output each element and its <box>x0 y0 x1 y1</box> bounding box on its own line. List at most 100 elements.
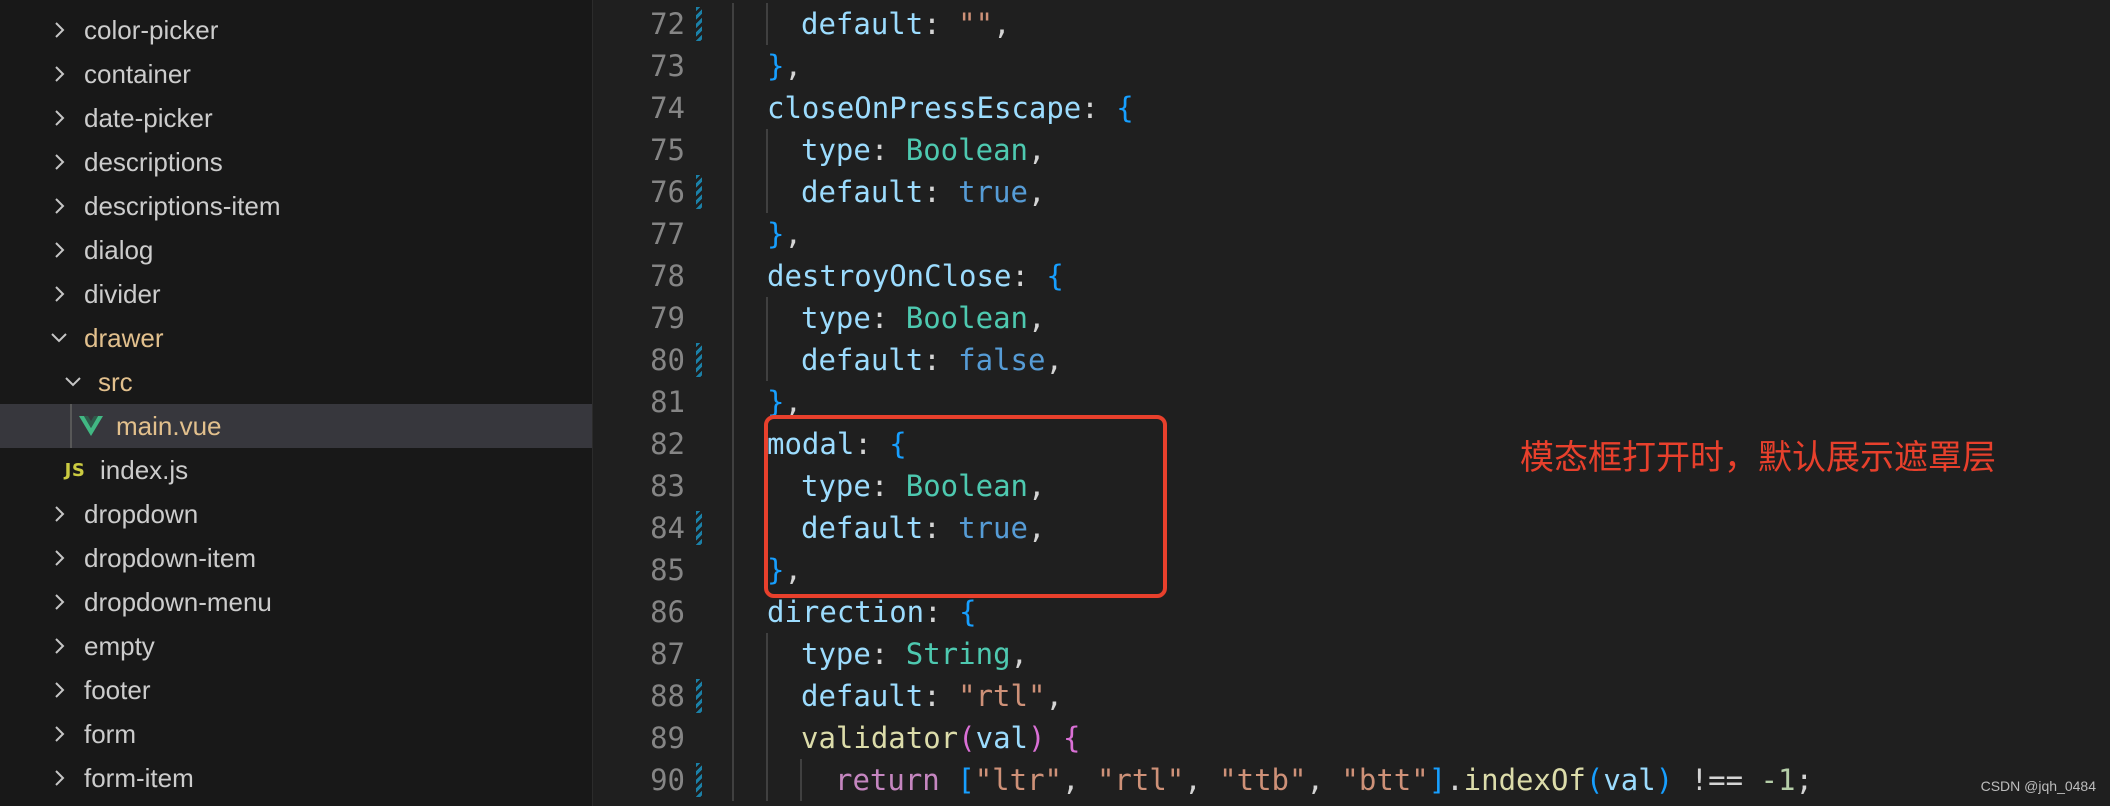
code-editor[interactable]: 72 default: "", 73}, 74 closeOnPressEscape: … <box>593 0 2110 806</box>
indent-guide <box>766 297 768 339</box>
code-token: "rtl" <box>1096 763 1185 797</box>
code-token: ) <box>1655 763 1674 797</box>
git-change-marker[interactable] <box>696 763 702 797</box>
code-text[interactable]: }, <box>767 49 802 83</box>
tree-folder-dropdown-item[interactable]: dropdown-item <box>0 536 592 580</box>
line-number: 77 <box>650 217 685 251</box>
tree-folder-descriptions-item[interactable]: descriptions-item <box>0 184 592 228</box>
line-number: 82 <box>650 427 685 461</box>
code-token: default <box>801 343 924 377</box>
code-token: : <box>923 343 959 377</box>
indent-guide <box>732 423 734 465</box>
code-token: } <box>767 217 785 251</box>
git-change-marker[interactable] <box>696 511 702 545</box>
indent-guide <box>732 129 734 171</box>
indent-guide <box>732 381 734 423</box>
code-line: 89 validator(val) { <box>593 717 2110 759</box>
tree-file-index-js[interactable]: JS index.js <box>0 448 592 492</box>
code-token: closeOnPressEscape <box>767 91 1082 125</box>
tree-folder-empty[interactable]: empty <box>0 624 592 668</box>
code-token: default <box>801 679 924 713</box>
git-change-marker[interactable] <box>696 7 702 41</box>
tree-file-main-vue[interactable]: main.vueM <box>0 404 592 448</box>
code-text[interactable]: type: Boolean, <box>801 133 1045 167</box>
code-token: : <box>923 679 959 713</box>
code-text[interactable]: type: Boolean, <box>801 301 1045 335</box>
indent-guide <box>800 759 802 801</box>
code-token: true <box>958 175 1028 209</box>
code-text[interactable]: type: String, <box>801 637 1028 671</box>
line-number: 73 <box>650 49 685 83</box>
tree-item-label: dialog <box>84 234 154 265</box>
tree-item-label: main.vue <box>116 410 222 441</box>
tree-folder-divider[interactable]: divider <box>0 272 592 316</box>
code-token: "rtl" <box>958 679 1046 713</box>
tree-folder-drawer[interactable]: drawer <box>0 316 592 360</box>
indent-guide <box>732 297 734 339</box>
indent-guide <box>766 3 768 45</box>
indent-guide <box>732 213 734 255</box>
code-token: , <box>1306 763 1342 797</box>
git-change-marker[interactable] <box>696 343 702 377</box>
tree-item-label: form <box>84 718 136 749</box>
tree-item-label: index.js <box>100 454 189 485</box>
code-text[interactable]: default: "rtl", <box>801 679 1063 713</box>
code-text[interactable]: closeOnPressEscape: { <box>767 91 1134 125</box>
tree-folder-footer[interactable]: footer <box>0 668 592 712</box>
chevron-down-icon <box>62 360 84 404</box>
indent-guide <box>732 339 734 381</box>
chevron-right-icon <box>48 756 70 800</box>
code-token: { <box>1046 259 1064 293</box>
tree-folder-color-picker[interactable]: color-picker <box>0 8 592 52</box>
code-token: type <box>801 637 871 671</box>
code-token: , <box>1027 301 1046 335</box>
tree-folder-dialog[interactable]: dialog <box>0 228 592 272</box>
line-number: 75 <box>650 133 685 167</box>
code-token: -1 <box>1760 763 1796 797</box>
tree-folder-form-item[interactable]: form-item <box>0 756 592 800</box>
chevron-right-icon <box>48 8 70 52</box>
chevron-right-icon <box>48 96 70 140</box>
code-text[interactable]: validator(val) { <box>801 721 1080 755</box>
indent-guide <box>766 759 768 801</box>
tree-folder-form[interactable]: form <box>0 712 592 756</box>
chevron-right-icon <box>48 184 70 228</box>
chevron-right-icon <box>48 272 70 316</box>
code-token: val <box>1603 763 1656 797</box>
code-text[interactable]: direction: { <box>767 595 977 629</box>
tree-folder-src[interactable]: src <box>0 360 592 404</box>
indent-guide <box>766 339 768 381</box>
tree-folder-descriptions[interactable]: descriptions <box>0 140 592 184</box>
tree-item-label: descriptions <box>84 146 223 177</box>
code-text[interactable]: default: "", <box>801 7 1011 41</box>
code-token: "ttb" <box>1219 763 1307 797</box>
tree-folder-container[interactable]: container <box>0 52 592 96</box>
line-number: 84 <box>650 511 685 545</box>
code-text[interactable]: }, <box>767 217 802 251</box>
git-change-marker[interactable] <box>696 175 702 209</box>
annotation-text: 模态框打开时，默认展示遮罩层 <box>1520 438 1996 478</box>
chevron-right-icon <box>48 536 70 580</box>
chevron-right-icon <box>48 624 70 668</box>
indent-guide <box>732 717 734 759</box>
chevron-right-icon <box>48 140 70 184</box>
indent-guide <box>732 3 734 45</box>
code-token: "btt" <box>1341 763 1429 797</box>
code-text[interactable]: destroyOnClose: { <box>767 259 1064 293</box>
indent-guide <box>732 507 734 549</box>
indent-guide <box>766 675 768 717</box>
tree-item-label: footer <box>84 674 151 705</box>
code-token: { <box>959 595 977 629</box>
code-text[interactable]: default: true, <box>801 175 1045 209</box>
code-text[interactable]: default: false, <box>801 343 1063 377</box>
code-text[interactable]: return ["ltr", "rtl", "ttb", "btt"].inde… <box>835 763 1813 797</box>
tree-item-label: dropdown <box>84 498 199 529</box>
tree-folder-dropdown-menu[interactable]: dropdown-menu <box>0 580 592 624</box>
code-token: , <box>1045 679 1063 713</box>
tree-folder-dropdown[interactable]: dropdown <box>0 492 592 536</box>
code-token: false <box>958 343 1046 377</box>
code-text[interactable]: }, <box>767 385 802 419</box>
tree-folder-date-picker[interactable]: date-picker <box>0 96 592 140</box>
code-line: 72 default: "", <box>593 3 2110 45</box>
git-change-marker[interactable] <box>696 679 702 713</box>
